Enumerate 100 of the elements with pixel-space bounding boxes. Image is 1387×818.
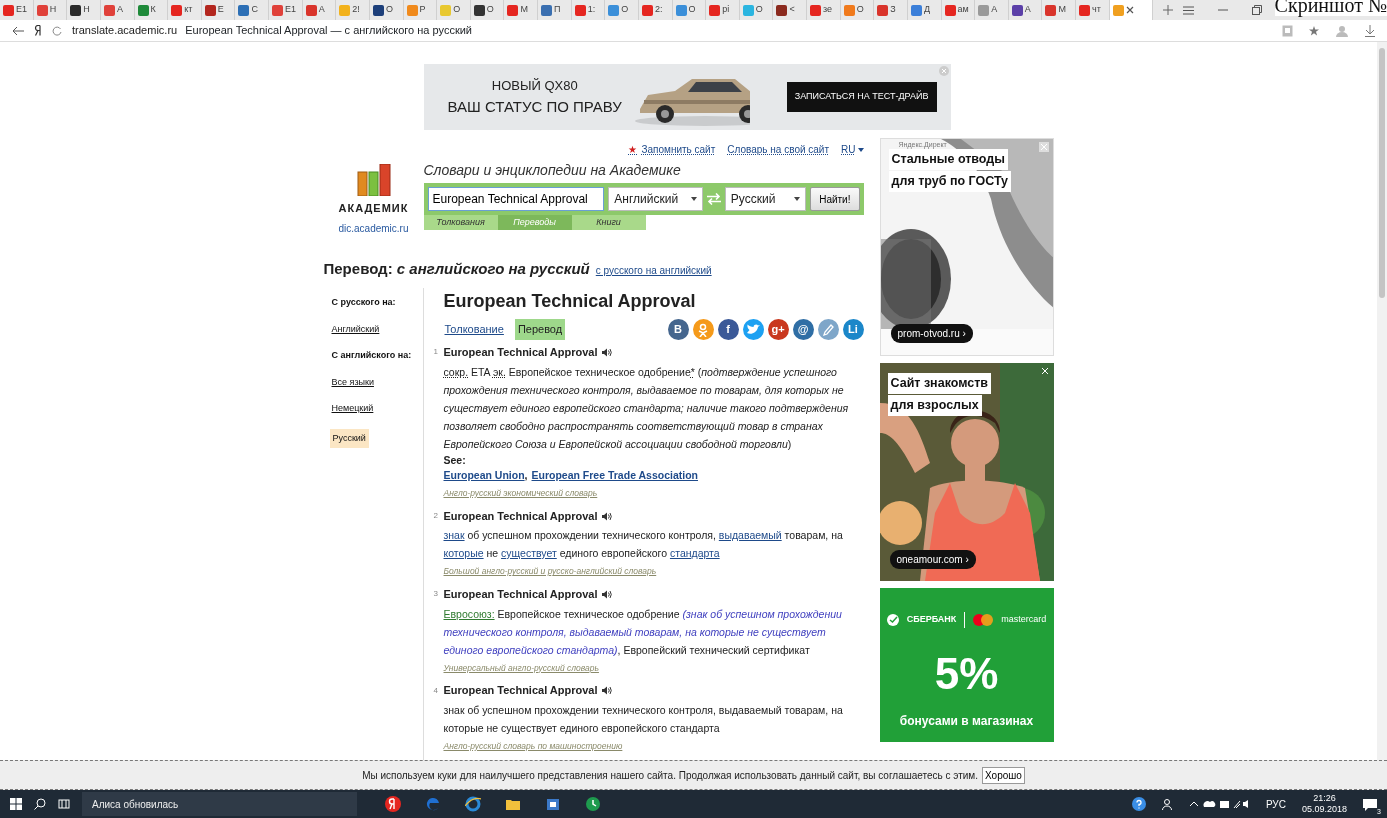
search-tab[interactable]: Книги <box>571 215 646 230</box>
browser-tab[interactable]: 1: <box>571 0 606 20</box>
browser-tab[interactable]: О <box>605 0 639 20</box>
browser-tab[interactable]: Д <box>907 0 942 20</box>
accept-button[interactable]: Хорошо <box>982 766 1025 784</box>
abbreviation-link[interactable]: эк. <box>492 365 506 378</box>
browser-tab[interactable]: 2: <box>638 0 673 20</box>
speaker-icon[interactable] <box>601 686 612 695</box>
clock-time[interactable]: 21:26 <box>1313 793 1336 804</box>
browser-tab[interactable]: К <box>134 0 169 20</box>
browser-tab[interactable]: О <box>470 0 505 20</box>
help-icon[interactable] <box>1131 797 1146 811</box>
source-link[interactable]: Англо-русский словарь по машиностроению <box>443 739 864 753</box>
browser-tab[interactable]: О <box>369 0 404 20</box>
word-link[interactable]: выдаваемый <box>718 529 782 542</box>
see-link[interactable]: European Union <box>443 469 525 482</box>
close-icon[interactable] <box>1125 6 1134 14</box>
task-view-icon[interactable] <box>58 798 70 810</box>
add-tab-icon[interactable] <box>1163 5 1174 15</box>
see-link[interactable]: European Free Trade Association <box>531 469 698 482</box>
language-select[interactable]: Английский <box>608 187 703 211</box>
browser-tab[interactable]: кт <box>168 0 202 20</box>
speaker-icon[interactable] <box>601 347 612 357</box>
browser-tab[interactable]: 2! <box>336 0 370 20</box>
share-button[interactable] <box>742 319 764 340</box>
direction-link[interactable]: с русского на английский <box>595 262 712 278</box>
reload-icon[interactable] <box>52 25 62 36</box>
star-icon[interactable] <box>1309 25 1319 36</box>
search-button[interactable]: Найти! <box>810 187 860 211</box>
browser-tab[interactable]: М <box>504 0 538 20</box>
share-button[interactable]: g+ <box>767 319 789 340</box>
clock-app-icon[interactable] <box>585 796 601 812</box>
word-link[interactable]: которые <box>443 547 484 560</box>
sidebar-link[interactable]: Английский <box>331 322 423 336</box>
ad-card[interactable]: Сайт знакомств для взрослых oneamour.com › <box>879 363 1054 581</box>
search-field[interactable]: European Technical Approval <box>427 187 605 211</box>
abbreviation-link[interactable]: * <box>690 365 695 378</box>
word-link[interactable]: стандарта <box>669 547 720 560</box>
share-button[interactable] <box>817 319 839 340</box>
site-domain[interactable]: dic.academic.ru <box>338 220 409 236</box>
ad-domain[interactable]: oneamour.com › <box>889 550 976 569</box>
browser-tab[interactable]: Н <box>33 0 68 20</box>
scrollbar[interactable] <box>1377 42 1387 760</box>
speaker-icon[interactable] <box>601 589 612 599</box>
ie-app-icon[interactable] <box>465 796 481 812</box>
tray-icons-drawing[interactable] <box>1189 799 1250 809</box>
source-link[interactable]: Универсальный англо-русский словарь <box>443 661 864 675</box>
browser-tab[interactable]: зе <box>807 0 841 20</box>
browser-tab[interactable]: З <box>874 0 908 20</box>
browser-tab[interactable]: П <box>538 0 572 20</box>
menu-icon[interactable] <box>1183 5 1195 15</box>
language-select[interactable]: Русский <box>724 187 807 211</box>
browser-tab[interactable]: Е1 <box>269 0 303 20</box>
browser-tab[interactable]: А <box>1008 0 1043 20</box>
sidebar-link[interactable]: Немецкий <box>331 402 423 416</box>
mode-tab[interactable]: Толкование <box>441 319 507 340</box>
download-icon[interactable] <box>1365 24 1375 37</box>
word-link[interactable]: знак <box>443 529 465 542</box>
restore-icon[interactable] <box>1252 5 1263 15</box>
word-link[interactable]: существует <box>501 547 557 560</box>
search-tab[interactable]: Толкования <box>423 215 498 230</box>
browser-tab[interactable]: Н <box>67 0 101 20</box>
browser-tab[interactable]: ам <box>941 0 976 20</box>
category-link[interactable]: Евросоюз: <box>443 607 495 620</box>
source-link[interactable]: Англо-русский экономический словарь <box>443 487 864 500</box>
browser-tab[interactable]: А <box>975 0 1009 20</box>
back-icon[interactable] <box>12 25 24 36</box>
browser-tab[interactable]: А <box>302 0 337 20</box>
top-link[interactable]: ★ Запомнить сайт <box>628 142 716 157</box>
browser-tab[interactable]: О <box>739 0 774 20</box>
browser-tab[interactable]: < <box>773 0 807 20</box>
source-link[interactable]: Большой англо-русский и русско-английский словарь <box>443 565 864 578</box>
share-button[interactable]: f <box>717 319 739 340</box>
browser-tab[interactable]: Р <box>403 0 438 20</box>
test-drive-button[interactable]: ЗАПИСАТЬСЯ НА ТЕСТ-ДРАЙВ <box>786 82 937 112</box>
browser-tab[interactable]: О <box>672 0 707 20</box>
sidebar-link[interactable]: Русский <box>329 428 369 448</box>
url-text[interactable]: translate.academic.ru <box>72 22 178 39</box>
clock-date[interactable]: 05.09.2018 <box>1301 804 1347 815</box>
speaker-icon[interactable] <box>601 511 612 521</box>
share-button[interactable]: B <box>667 319 689 340</box>
mode-tab[interactable]: Перевод <box>514 319 566 340</box>
share-button[interactable]: Li <box>842 319 864 340</box>
search-icon[interactable] <box>34 798 46 810</box>
abbreviation-link[interactable]: сокр. <box>443 365 469 378</box>
ad-banner[interactable]: НОВЫЙ QX80 ВАШ СТАТУС ПО ПРАВУ ЗАПИСАТЬСЯ НА ТЕСТ-ДРАЙВ <box>423 64 951 130</box>
close-icon[interactable] <box>1039 366 1050 376</box>
people-icon[interactable] <box>1161 798 1174 810</box>
start-icon[interactable] <box>10 798 22 810</box>
browser-tab[interactable]: С <box>235 0 269 20</box>
top-link[interactable]: Словарь на свой сайт <box>727 142 830 157</box>
browser-app-icon[interactable] <box>385 796 401 812</box>
browser-tab[interactable]: О <box>840 0 875 20</box>
browser-tab[interactable]: Е1 <box>0 0 34 20</box>
browser-tab[interactable]: М <box>1042 0 1076 20</box>
browser-tab[interactable]: А <box>100 0 135 20</box>
share-button[interactable]: @ <box>792 319 814 340</box>
taskbar-search[interactable]: Алиса обновилась <box>82 792 357 816</box>
top-link[interactable]: RU <box>841 142 864 157</box>
sidebar-link[interactable]: Все языки <box>331 375 423 389</box>
